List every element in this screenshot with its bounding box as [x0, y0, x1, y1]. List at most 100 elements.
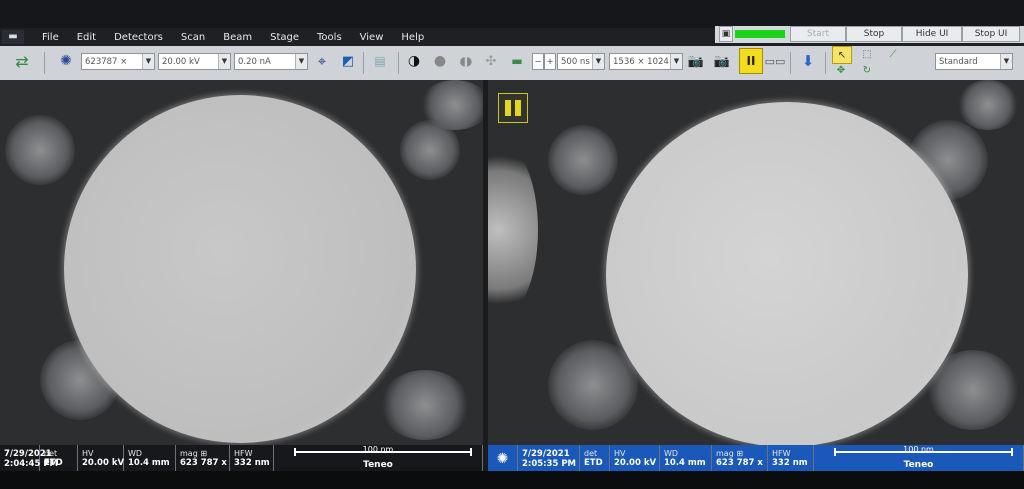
chevron-down-icon: ▼: [670, 54, 682, 69]
databar-right: ✺ 7/29/2021 2:05:35 PM det ETD HV 20.00 …: [488, 445, 1024, 471]
toolbar-separator: [398, 52, 399, 74]
menu-stage[interactable]: Stage: [270, 32, 299, 43]
focus-icon[interactable]: ✣: [481, 50, 501, 72]
monitor-bottom-strip: [0, 471, 1024, 489]
toolbar-separator: [363, 52, 364, 74]
menu-tools[interactable]: Tools: [317, 32, 342, 43]
stop-ui-button[interactable]: Stop UI: [962, 26, 1020, 42]
mag-value: 623 787 x: [180, 458, 227, 468]
pause-button[interactable]: II: [739, 48, 763, 74]
select-pointer-icon[interactable]: ↖: [832, 46, 852, 64]
wd-label: WD: [128, 449, 143, 458]
instrument-brand: Teneo: [903, 460, 934, 470]
hv-label: HV: [82, 449, 94, 458]
mag-cell: mag ⊞ 623 787 x: [176, 445, 230, 471]
acquisition-date: 7/29/2021: [522, 448, 570, 459]
mag-label: mag ⊞: [180, 449, 225, 458]
start-button[interactable]: Start: [790, 26, 846, 42]
stage-navigate-icon[interactable]: ⇄: [10, 50, 34, 72]
background-particle: [548, 340, 638, 430]
hv-label: HV: [614, 449, 626, 458]
resolution-value: 1536 × 1024: [613, 56, 669, 67]
toolbar: ⇄ ✺ 623787 × ▼ 20.00 kV ▼ 0.20 nA ▼ ⌖ ◩ …: [0, 46, 1024, 81]
wd-cell: WD 10.4 mm: [660, 445, 712, 471]
menu-beam[interactable]: Beam: [223, 32, 252, 43]
image-viewport-right[interactable]: [488, 80, 1024, 445]
magnification-combo[interactable]: 623787 × ▼: [81, 53, 155, 70]
nanoparticle-sphere: [64, 95, 416, 443]
beam-current-combo[interactable]: 0.20 nA ▼: [234, 53, 308, 70]
detector-cell: det ETD: [40, 445, 78, 471]
toolbar-separator: [790, 52, 791, 74]
date-time-cell: 7/29/2021 2:05:35 PM: [518, 445, 580, 471]
scale-bar-label: 100 nm: [903, 445, 934, 454]
acquisition-progress-bar: [735, 30, 785, 38]
mag-value: 623 787 x: [716, 458, 763, 468]
dwell-time-combo[interactable]: 500 ns ▼: [557, 53, 605, 70]
resolution-combo[interactable]: 1536 × 1024 ▼: [609, 53, 683, 70]
stop-button[interactable]: Stop: [846, 26, 902, 42]
beam-icon[interactable]: ✺: [56, 50, 76, 72]
hfw-value: 332 nm: [234, 458, 270, 468]
date-time-cell: 7/29/2021 2:04:45 PM: [0, 445, 59, 471]
background-particle: [5, 115, 75, 185]
app-menu-icon[interactable]: ▬: [2, 30, 24, 44]
chevron-down-icon: ▼: [218, 54, 230, 69]
partial-particle: [488, 140, 538, 320]
hfw-label: HFW: [234, 449, 253, 458]
menu-help[interactable]: Help: [401, 32, 424, 43]
chevron-down-icon: ▼: [142, 54, 154, 69]
hv-cell: HV 20.00 kV: [610, 445, 660, 471]
select-area-icon[interactable]: ⬚: [858, 46, 876, 62]
hfw-label: HFW: [772, 449, 791, 458]
wd-value: 10.4 mm: [128, 458, 170, 468]
chevron-down-icon: ▼: [1000, 54, 1012, 69]
beam-logo-icon: ✺: [488, 445, 518, 471]
snapshot-camera-icon[interactable]: 📷: [686, 50, 706, 72]
menu-detectors[interactable]: Detectors: [114, 32, 163, 43]
background-particle: [420, 80, 483, 130]
brightness-icon[interactable]: ●: [430, 50, 450, 72]
acquisition-time: 2:05:35 PM: [522, 458, 577, 469]
rotate-icon[interactable]: ↻: [858, 63, 876, 77]
scale-bar-label: 100 nm: [362, 445, 394, 454]
lens-align-icon[interactable]: ▤: [370, 50, 390, 72]
mag-label-text: mag: [180, 449, 198, 458]
quad-view-icon[interactable]: ▭▭: [765, 50, 786, 72]
menu-file[interactable]: File: [42, 32, 59, 43]
beam-current-value: 0.20 nA: [238, 56, 271, 67]
progress-fill: [735, 30, 785, 38]
detector-cell: det ETD: [580, 445, 610, 471]
magnification-value: 623787 ×: [85, 56, 128, 67]
acquisition-time: 2:04:45 PM: [4, 458, 59, 469]
nanoparticle-sphere: [606, 102, 968, 445]
hfw-cell: HFW 332 nm: [230, 445, 274, 471]
stigmator-icon[interactable]: ◖◗: [456, 50, 476, 72]
auto-contrast-icon[interactable]: ◩: [338, 50, 358, 72]
toolbar-separator: [44, 52, 45, 74]
wd-label: WD: [664, 449, 679, 458]
monitor-top-strip: [0, 0, 1024, 28]
hv-cell: HV 20.00 kV: [78, 445, 124, 471]
stage-down-arrow-icon[interactable]: ⬇: [797, 50, 819, 72]
hv-combo[interactable]: 20.00 kV ▼: [158, 53, 231, 70]
crosshair-icon[interactable]: ⌖: [312, 50, 332, 72]
menu-view[interactable]: View: [360, 32, 384, 43]
detector-label: det: [584, 449, 598, 458]
menu-scan[interactable]: Scan: [181, 32, 205, 43]
preset-combo[interactable]: Standard ▼: [935, 53, 1013, 70]
menu-edit[interactable]: Edit: [77, 32, 96, 43]
photo-camera-icon[interactable]: 📷: [712, 50, 732, 72]
image-viewport-left[interactable]: [0, 80, 483, 445]
measure-line-icon[interactable]: ⟋: [884, 46, 902, 62]
reduced-area-icon[interactable]: ▬: [507, 50, 527, 72]
mag-cell: mag ⊞ 623 787 x: [712, 445, 768, 471]
contrast-icon[interactable]: ◑: [404, 50, 424, 72]
hfw-value: 332 nm: [772, 458, 808, 468]
dwell-increase-button[interactable]: +: [544, 53, 556, 70]
move-stage-icon[interactable]: ✥: [832, 63, 850, 77]
dwell-decrease-button[interactable]: −: [532, 53, 544, 70]
mag-label-text: mag: [716, 449, 734, 458]
hide-ui-button[interactable]: Hide UI: [902, 26, 962, 42]
paused-indicator-icon: [498, 93, 528, 123]
